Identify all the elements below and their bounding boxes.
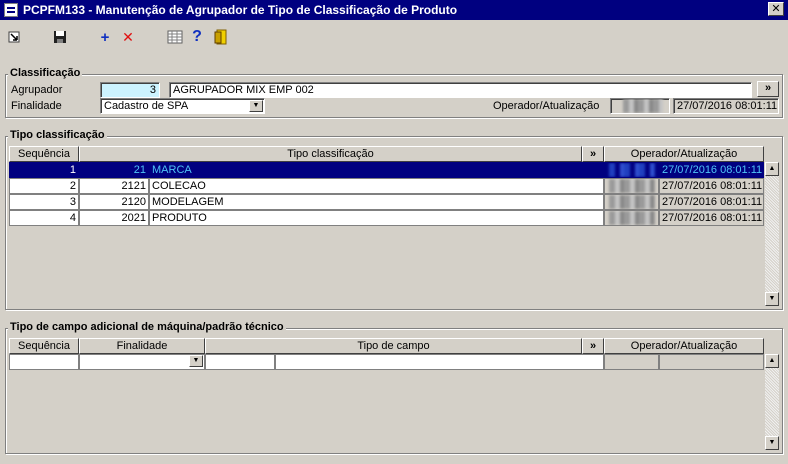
header-sequencia: Sequência	[9, 338, 79, 354]
cell-name[interactable]: MARCA	[149, 162, 604, 178]
cell-operator	[604, 162, 659, 178]
operador-label: Operador/Atualização	[493, 100, 600, 112]
cell-timestamp: 27/07/2016 08:01:11	[659, 178, 764, 194]
atualizacao-field: 27/07/2016 08:01:11	[673, 98, 779, 114]
scroll-up-icon[interactable]: ▲	[765, 354, 779, 368]
cell-code[interactable]: 2120	[79, 194, 149, 210]
tipo-classificacao-title: Tipo classificação	[8, 129, 107, 141]
redacted-operator	[623, 99, 663, 113]
header-operador: Operador/Atualização	[604, 146, 764, 162]
classificacao-title: Classificação	[8, 67, 83, 79]
tipo-scrollbar[interactable]: ▲ ▼	[765, 162, 779, 306]
cell-seq-input[interactable]	[9, 354, 79, 370]
calculator-icon[interactable]	[166, 28, 184, 46]
cell-seq[interactable]: 2	[9, 178, 79, 194]
cell-operator	[604, 354, 659, 370]
agrupador-label: Agrupador	[11, 84, 63, 96]
redacted-operator	[609, 179, 655, 193]
cell-timestamp	[659, 354, 764, 370]
delete-icon[interactable]: ✕	[119, 28, 137, 46]
cell-name[interactable]: COLECAO	[149, 178, 604, 194]
agrupador-code-input[interactable]: 3	[100, 82, 160, 98]
cell-timestamp: 27/07/2016 08:01:11	[659, 162, 764, 178]
add-icon[interactable]: +	[96, 28, 114, 46]
title-bar: PCPFM133 - Manutenção de Agrupador de Ti…	[0, 0, 788, 20]
toolbar: + ✕ ?	[0, 22, 788, 52]
cell-operator	[604, 178, 659, 194]
chevron-down-icon[interactable]: ▼	[189, 355, 203, 367]
cell-timestamp: 27/07/2016 08:01:11	[659, 194, 764, 210]
cell-code[interactable]: 21	[79, 162, 149, 178]
exit-door-icon[interactable]	[212, 28, 230, 46]
header-tipo-classificacao: Tipo classificação	[79, 146, 582, 162]
header-lookup-button[interactable]: »	[582, 146, 604, 162]
chevron-down-icon[interactable]: ▼	[249, 100, 263, 112]
cell-seq[interactable]: 3	[9, 194, 79, 210]
save-icon[interactable]	[51, 28, 69, 46]
finalidade-value: Cadastro de SPA	[104, 100, 189, 112]
finalidade-select[interactable]: Cadastro de SPA ▼	[100, 98, 265, 114]
window-title: PCPFM133 - Manutenção de Agrupador de Ti…	[23, 3, 458, 17]
cell-code[interactable]: 2021	[79, 210, 149, 226]
exit-window-icon[interactable]	[5, 28, 23, 46]
header-sequencia: Sequência	[9, 146, 79, 162]
help-icon[interactable]: ?	[188, 28, 206, 46]
cell-name[interactable]: MODELAGEM	[149, 194, 604, 210]
redacted-operator	[609, 195, 655, 209]
header-tipo-campo: Tipo de campo	[205, 338, 582, 354]
cell-tipo-code-input[interactable]	[205, 354, 275, 370]
cell-operator	[604, 194, 659, 210]
finalidade-label: Finalidade	[11, 100, 62, 112]
cell-tipo-name-input[interactable]	[275, 354, 604, 370]
cell-seq[interactable]: 4	[9, 210, 79, 226]
cell-code[interactable]: 2121	[79, 178, 149, 194]
tipo-campo-title: Tipo de campo adicional de máquina/padrã…	[8, 321, 286, 333]
redacted-operator	[609, 163, 655, 177]
campo-scrollbar[interactable]: ▲ ▼	[765, 354, 779, 450]
agrupador-description-input[interactable]: AGRUPADOR MIX EMP 002	[169, 82, 752, 98]
header-operador: Operador/Atualização	[604, 338, 764, 354]
cell-finalidade-select[interactable]: ▼	[79, 354, 205, 370]
close-button[interactable]: ✕	[768, 2, 784, 16]
redacted-operator	[609, 211, 655, 225]
agrupador-lookup-button[interactable]: »	[757, 81, 779, 97]
cell-operator	[604, 210, 659, 226]
scroll-down-icon[interactable]: ▼	[765, 292, 779, 306]
cell-name[interactable]: PRODUTO	[149, 210, 604, 226]
scroll-up-icon[interactable]: ▲	[765, 162, 779, 176]
operador-field	[610, 98, 670, 114]
cell-seq[interactable]: 1	[9, 162, 79, 178]
cell-timestamp: 27/07/2016 08:01:11	[659, 210, 764, 226]
header-finalidade: Finalidade	[79, 338, 205, 354]
header-lookup-button[interactable]: »	[582, 338, 604, 354]
scroll-down-icon[interactable]: ▼	[765, 436, 779, 450]
app-icon	[4, 3, 18, 17]
